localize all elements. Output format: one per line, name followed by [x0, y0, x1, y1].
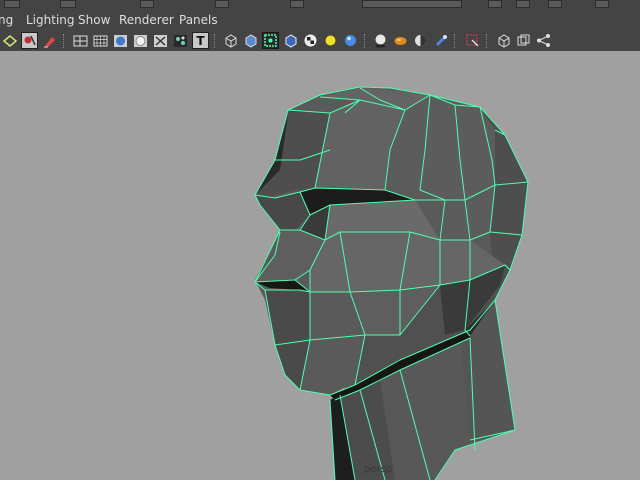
- light-bulb-icon[interactable]: [322, 32, 339, 49]
- panel-toolbar: T: [0, 31, 640, 51]
- top-shelf-strip: [0, 0, 640, 10]
- menu-renderer[interactable]: Renderer: [119, 13, 174, 27]
- menu-lighting[interactable]: Lighting: [26, 13, 75, 27]
- shelf-button[interactable]: [4, 0, 20, 8]
- flat-shade-icon[interactable]: [132, 32, 149, 49]
- checker-icon[interactable]: [302, 32, 319, 49]
- select-camera-icon[interactable]: [1, 32, 18, 49]
- xray-icon[interactable]: [152, 32, 169, 49]
- shelf-button[interactable]: [516, 0, 530, 8]
- menu-panels[interactable]: Panels: [179, 13, 218, 27]
- texture-icon[interactable]: [172, 32, 189, 49]
- shelf-button[interactable]: [140, 0, 154, 8]
- toolbar-separator: [486, 34, 489, 48]
- default-material-icon[interactable]: [282, 32, 299, 49]
- panel-menu-bar: ng Lighting Show Renderer Panels: [0, 10, 640, 31]
- shelf-button[interactable]: [60, 0, 76, 8]
- wireframe-mode-icon[interactable]: [72, 32, 89, 49]
- shelf-button[interactable]: [290, 0, 304, 8]
- frame-icon[interactable]: [495, 32, 512, 49]
- cylinder-icon[interactable]: [432, 32, 449, 49]
- orange-blob-icon[interactable]: [392, 32, 409, 49]
- menu-shading[interactable]: ng: [0, 13, 13, 27]
- component-select-icon[interactable]: [464, 32, 481, 49]
- shelf-button[interactable]: [595, 0, 609, 8]
- bookmark-icon[interactable]: [21, 32, 38, 49]
- multi-frame-icon[interactable]: [515, 32, 532, 49]
- eraser-icon[interactable]: [40, 32, 57, 49]
- half-moon-icon[interactable]: [412, 32, 429, 49]
- menu-show[interactable]: Show: [78, 13, 110, 27]
- shelf-button[interactable]: [548, 0, 562, 8]
- toolbar-separator: [63, 34, 66, 48]
- smooth-shade-icon[interactable]: [112, 32, 129, 49]
- shelf-button[interactable]: [215, 0, 229, 8]
- camera-name-label: persp: [364, 464, 393, 475]
- toolbar-separator: [214, 34, 217, 48]
- grid-icon[interactable]: [92, 32, 109, 49]
- perspective-viewport[interactable]: persp: [0, 51, 640, 480]
- text-icon[interactable]: T: [192, 32, 209, 49]
- isolate-icon[interactable]: [262, 32, 279, 49]
- sphere-icon[interactable]: [342, 32, 359, 49]
- toolbar-separator: [454, 34, 457, 48]
- shadow-icon[interactable]: [372, 32, 389, 49]
- shaded-cube-icon[interactable]: [242, 32, 259, 49]
- share-icon[interactable]: [535, 32, 552, 49]
- shelf-button[interactable]: [488, 0, 502, 8]
- toolbar-separator: [364, 34, 367, 48]
- head-mesh-wireframe[interactable]: [0, 51, 640, 480]
- shelf-field[interactable]: [362, 0, 462, 8]
- wireframe-cube-icon[interactable]: [222, 32, 239, 49]
